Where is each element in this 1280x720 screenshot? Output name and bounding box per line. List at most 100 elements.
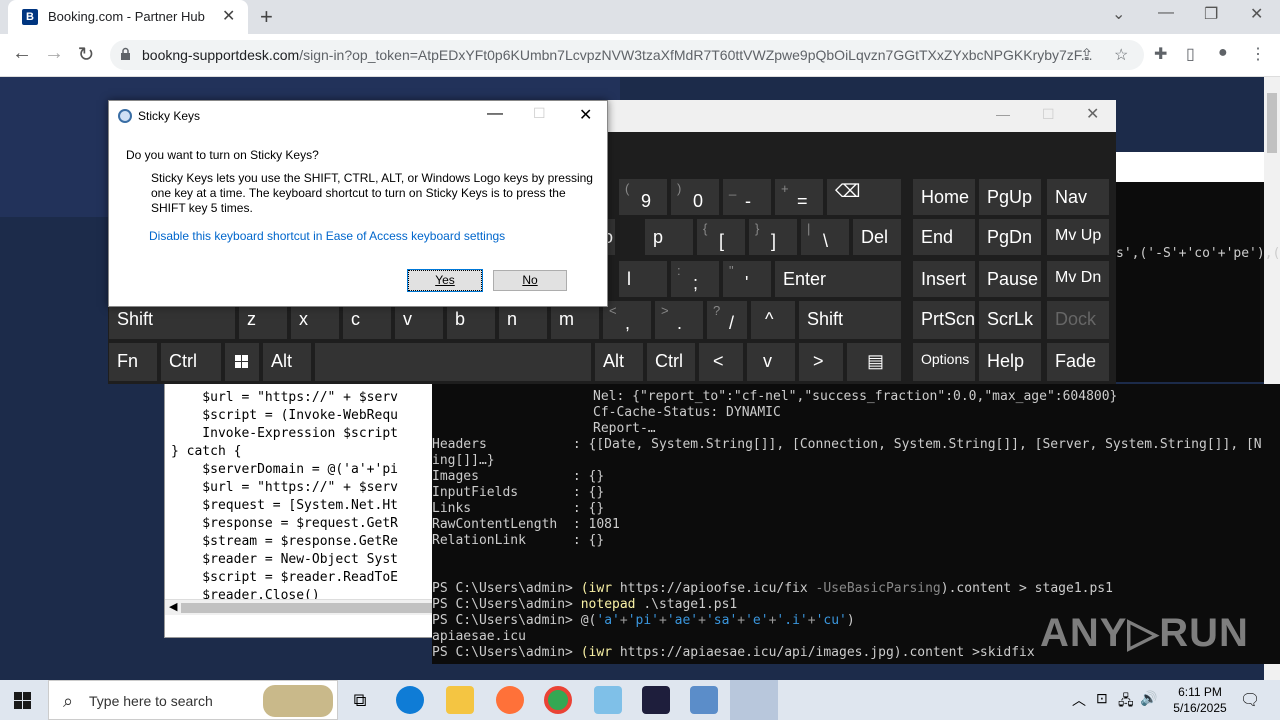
key-pause[interactable]: Pause (978, 260, 1042, 298)
tray-chevron-icon[interactable]: ︿ (1072, 690, 1086, 710)
dialog-minimize-button[interactable]: — (487, 105, 503, 123)
dialog-close-button[interactable]: ✕ (579, 105, 592, 125)
osk-taskbar-icon[interactable] (690, 686, 718, 714)
disable-shortcut-link[interactable]: Disable this keyboard shortcut in Ease o… (149, 229, 505, 243)
key-insert[interactable]: Insert (912, 260, 976, 298)
browser-toolbar: ← → ↻ bookng-supportdesk.com/sign-in?op_… (0, 34, 1280, 77)
key-ctrl-left[interactable]: Ctrl (160, 342, 222, 382)
key-mvdn[interactable]: Mv Dn (1046, 260, 1110, 298)
key-shift-right[interactable]: Shift (798, 300, 902, 340)
key-menu[interactable]: ▤ (846, 342, 902, 382)
extensions-puzzle-icon[interactable]: ✚ (1154, 44, 1167, 64)
key-9[interactable]: (9 (618, 178, 668, 216)
profile-avatar-icon[interactable]: ● (1218, 44, 1228, 62)
key-end[interactable]: End (912, 218, 976, 256)
up-arrow-icon: ^ (765, 309, 774, 329)
key-backspace[interactable]: ⌫ (826, 178, 902, 216)
notepad-taskbar-icon[interactable] (594, 686, 622, 714)
console-line: s',('-S'+'co'+'pe'),( (1116, 246, 1280, 261)
key-minus[interactable]: _ - (722, 178, 772, 216)
scroll-left-icon[interactable]: ◀ (169, 600, 177, 613)
console-side-region: s',('-S'+'co'+'pe'),( (1116, 182, 1280, 382)
powershell-taskbar-icon[interactable] (642, 686, 670, 714)
firefox-icon[interactable] (496, 686, 524, 714)
osk-minimize-button[interactable]: — (996, 106, 1010, 122)
key-equals[interactable]: + = (774, 178, 824, 216)
key-bracket-left[interactable]: {[ (696, 218, 746, 256)
key-nav[interactable]: Nav (1046, 178, 1110, 216)
browser-tab[interactable]: B Booking.com - Partner Hub ✕ (8, 0, 248, 34)
share-icon[interactable]: ⇪ (1080, 45, 1093, 65)
tab-close-icon[interactable]: ✕ (222, 6, 235, 26)
key-prtscn[interactable]: PrtScn (912, 300, 976, 340)
key-quote[interactable]: " ' (722, 260, 772, 298)
key-up-arrow[interactable]: ^ (750, 300, 796, 340)
key-right-arrow[interactable]: > (798, 342, 844, 382)
key-ctrl-right[interactable]: Ctrl (646, 342, 696, 382)
notepad-scroll-thumb[interactable] (181, 603, 433, 613)
key-alt-right[interactable]: Alt (594, 342, 644, 382)
clock[interactable]: 6:11 PM 5/16/2025 (1160, 684, 1240, 716)
start-button[interactable] (14, 692, 32, 715)
menu-kebab-icon[interactable]: ⋮ (1250, 44, 1266, 64)
scrollbar-thumb[interactable] (1267, 93, 1277, 153)
new-tab-button[interactable]: + (260, 4, 273, 30)
taskbar-search-box[interactable]: ⌕ Type here to search (48, 680, 338, 720)
notepad-text[interactable]: $url = "https://" + $serv $script = (Inv… (171, 389, 398, 605)
key-comma[interactable]: <, (602, 300, 652, 340)
key-period[interactable]: >. (654, 300, 704, 340)
key-0[interactable]: ) 0 (670, 178, 720, 216)
key-alt-left[interactable]: Alt (262, 342, 312, 382)
key-l[interactable]: l (618, 260, 668, 298)
browser-tab-bar: B Booking.com - Partner Hub ✕ + ⌄ — ❐ ✕ (0, 0, 1280, 34)
yes-button[interactable]: Yes (407, 269, 483, 292)
key-fade[interactable]: Fade (1046, 342, 1110, 382)
key-backslash[interactable]: | \ (800, 218, 850, 256)
reload-icon[interactable]: ↻ (74, 42, 98, 67)
tray-device-icon[interactable]: ⊡ (1096, 690, 1108, 707)
key-space[interactable] (314, 342, 592, 382)
bookmark-star-icon[interactable]: ☆ (1114, 45, 1128, 65)
key-pgup[interactable]: PgUp (978, 178, 1042, 216)
key-scrlk[interactable]: ScrLk (978, 300, 1042, 340)
key-mvup[interactable]: Mv Up (1046, 218, 1110, 256)
edge-browser-icon[interactable] (396, 686, 424, 714)
close-window-button[interactable]: ✕ (1250, 4, 1263, 24)
ease-of-access-taskbar-icon[interactable] (730, 680, 778, 720)
side-panel-icon[interactable]: ▯ (1186, 44, 1195, 64)
task-view-icon[interactable]: ⧉ (346, 686, 374, 714)
notifications-icon[interactable]: 🗨 (1240, 690, 1260, 710)
key-semicolon[interactable]: :; (670, 260, 720, 298)
minimize-button[interactable]: — (1158, 4, 1174, 22)
key-left-arrow[interactable]: < (698, 342, 744, 382)
network-icon[interactable]: 🖧 (1118, 690, 1134, 714)
key-del[interactable]: Del (852, 218, 902, 256)
key-pgdn[interactable]: PgDn (978, 218, 1042, 256)
key-p[interactable]: p (644, 218, 694, 256)
key-help[interactable]: Help (978, 342, 1042, 382)
file-explorer-icon[interactable] (446, 686, 474, 714)
key-home[interactable]: Home (912, 178, 976, 216)
chrome-icon[interactable] (544, 686, 572, 714)
no-button[interactable]: No (493, 270, 567, 291)
tab-search-chevron-icon[interactable]: ⌄ (1112, 4, 1125, 24)
key-down-arrow[interactable]: v (746, 342, 796, 382)
dialog-maximize-button[interactable]: ☐ (533, 105, 546, 122)
address-bar[interactable]: bookng-supportdesk.com/sign-in?op_token=… (110, 40, 1144, 70)
restore-button[interactable]: ❐ (1204, 4, 1218, 24)
key-dock[interactable]: Dock (1046, 300, 1110, 340)
osk-maximize-button[interactable]: ☐ (1042, 106, 1055, 123)
windows-logo-icon (235, 353, 249, 374)
key-windows[interactable] (224, 342, 260, 382)
volume-icon[interactable]: 🔊 (1140, 690, 1157, 707)
back-arrow-icon[interactable]: ← (10, 42, 34, 65)
key-enter[interactable]: Enter (774, 260, 902, 298)
forward-arrow-icon[interactable]: → (42, 42, 66, 65)
key-bracket-right[interactable]: }] (748, 218, 798, 256)
key-fn[interactable]: Fn (108, 342, 158, 382)
osk-close-button[interactable]: ✕ (1086, 104, 1099, 124)
key-slash[interactable]: ? / (706, 300, 748, 340)
notepad-horizontal-scrollbar[interactable]: ◀ (165, 599, 433, 615)
key-options[interactable]: Options (912, 342, 976, 382)
console-line: Images : {} (432, 469, 605, 484)
